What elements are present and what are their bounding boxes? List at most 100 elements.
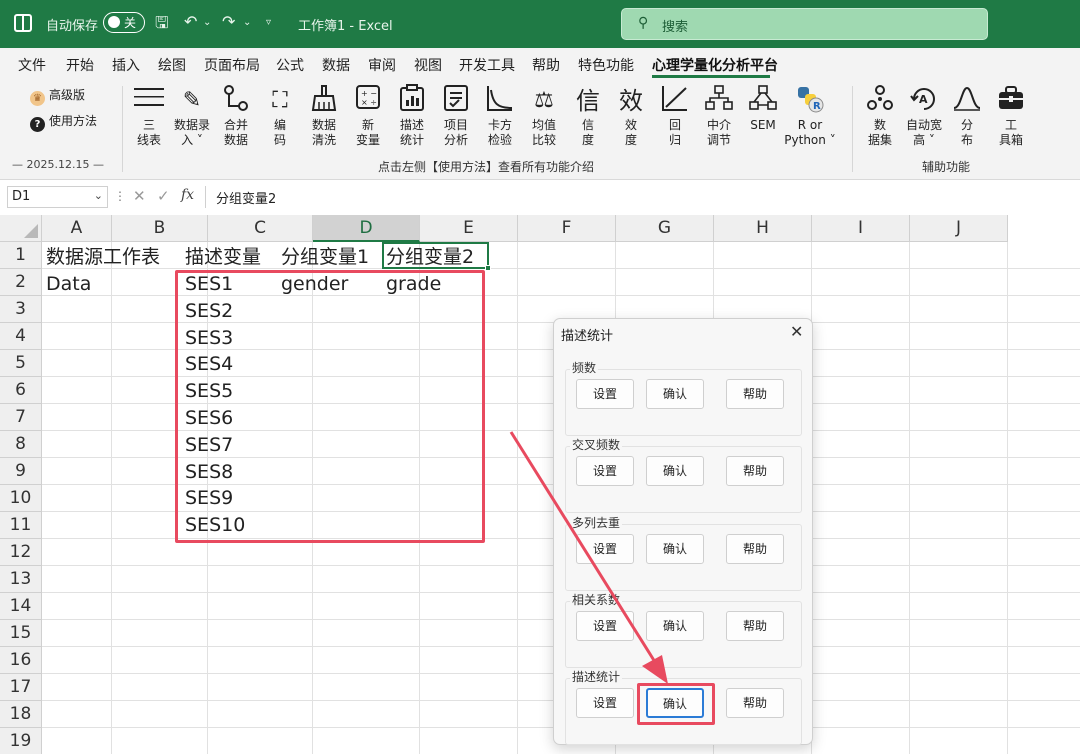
dataset-button[interactable]: 数 据集 (858, 84, 902, 148)
row-header-8[interactable]: 8 (0, 431, 42, 458)
tab-data[interactable]: 数据 (322, 55, 350, 75)
redo-dropdown-icon[interactable]: ⌄ (243, 17, 251, 28)
tab-psych-platform[interactable]: 心理学量化分析平台 (652, 55, 778, 75)
toolbox-button[interactable]: 工 具箱 (989, 84, 1033, 148)
section-1-confirm-button[interactable]: 确认 (646, 379, 704, 409)
tab-home[interactable]: 开始 (66, 55, 94, 75)
row-header-6[interactable]: 6 (0, 377, 42, 404)
descriptive-stats-button[interactable]: 描述 统计 (390, 84, 434, 148)
validity-button[interactable]: 效 效 度 (609, 84, 653, 148)
formula-input[interactable]: 分组变量2 (205, 186, 1080, 208)
data-cleaning-button[interactable]: 数据 清洗 (302, 84, 346, 148)
close-icon[interactable]: ✕ (790, 322, 803, 341)
search-box[interactable]: ⚲ 搜索 (621, 8, 988, 40)
column-header-d[interactable]: D (313, 215, 420, 242)
column-header-e[interactable]: E (420, 215, 518, 242)
row-header-5[interactable]: 5 (0, 350, 42, 377)
section-2-settings-button[interactable]: 设置 (576, 456, 634, 486)
save-icon[interactable]: 🖫 (155, 12, 169, 39)
item-analysis-button[interactable]: 项目 分析 (434, 84, 478, 148)
row-header-7[interactable]: 7 (0, 404, 42, 431)
cell-a2[interactable]: Data (46, 271, 91, 298)
column-header-b[interactable]: B (112, 215, 208, 242)
tab-page-layout[interactable]: 页面布局 (204, 55, 260, 75)
confirm-icon[interactable]: ✓ (157, 187, 170, 205)
column-header-i[interactable]: I (812, 215, 910, 242)
section-3-help-button[interactable]: 帮助 (726, 534, 784, 564)
data-entry-button[interactable]: ✎ 数据录 入 ˅ (170, 84, 214, 148)
cell-c1[interactable]: 分组变量1 (281, 244, 369, 271)
more-options-icon[interactable]: ⋮ (114, 189, 126, 203)
undo-dropdown-icon[interactable]: ⌄ (203, 17, 211, 28)
reliability-button[interactable]: 信 信 度 (566, 84, 610, 148)
tab-special-features[interactable]: 特色功能 (578, 55, 634, 75)
distribution-button[interactable]: 分 布 (945, 84, 989, 148)
redo-icon[interactable]: ↷ (222, 12, 235, 31)
regression-button[interactable]: 回 归 (653, 84, 697, 148)
sem-button[interactable]: SEM (741, 84, 785, 133)
name-box[interactable]: D1 ⌄ (7, 186, 108, 208)
row-header-12[interactable]: 12 (0, 539, 42, 566)
section-1-help-button[interactable]: 帮助 (726, 379, 784, 409)
row-header-4[interactable]: 4 (0, 323, 42, 350)
column-header-j[interactable]: J (910, 215, 1008, 242)
merge-data-button[interactable]: 合并 数据 (214, 84, 258, 148)
cancel-icon[interactable]: ✕ (133, 187, 146, 205)
advanced-version-button[interactable]: ♛ 高级版 (30, 86, 85, 106)
tab-formulas[interactable]: 公式 (276, 55, 304, 75)
three-line-table-button[interactable]: 三 线表 (127, 84, 171, 148)
tab-insert[interactable]: 插入 (112, 55, 140, 75)
undo-icon[interactable]: ↶ (184, 12, 197, 31)
column-header-h[interactable]: H (714, 215, 812, 242)
row-header-17[interactable]: 17 (0, 674, 42, 701)
section-5-settings-button[interactable]: 设置 (576, 688, 634, 718)
tab-view[interactable]: 视图 (414, 55, 442, 75)
row-header-15[interactable]: 15 (0, 620, 42, 647)
insert-function-icon[interactable]: fx (181, 187, 194, 203)
cell-b1[interactable]: 描述变量 (185, 244, 261, 271)
section-3-settings-button[interactable]: 设置 (576, 534, 634, 564)
cell-a1[interactable]: 数据源工作表 (46, 244, 160, 271)
row-header-16[interactable]: 16 (0, 647, 42, 674)
spreadsheet-grid[interactable]: ABCDEFGHIJ 1 2 3 4 5 6 7 8 9 10 11 12 13 14 15 16 17 18 19 (0, 215, 1080, 754)
chevron-down-icon[interactable]: ⌄ (94, 189, 103, 202)
tab-review[interactable]: 审阅 (368, 55, 396, 75)
mediation-moderation-button[interactable]: 中介 调节 (697, 84, 741, 148)
row-header-11[interactable]: 11 (0, 512, 42, 539)
row-header-9[interactable]: 9 (0, 458, 42, 485)
column-header-c[interactable]: C (208, 215, 313, 242)
section-4-confirm-button[interactable]: 确认 (646, 611, 704, 641)
select-all-corner[interactable] (0, 215, 42, 242)
new-variable-button[interactable]: + − × ÷ 新 变量 (346, 84, 390, 148)
tab-draw[interactable]: 绘图 (158, 55, 186, 75)
encode-button[interactable]: ⛶ 编 码 (258, 84, 302, 148)
section-4-settings-button[interactable]: 设置 (576, 611, 634, 641)
usage-button[interactable]: ? 使用方法 (30, 112, 97, 132)
row-header-18[interactable]: 18 (0, 701, 42, 728)
auto-width-height-button[interactable]: A 自动宽 高 ˅ (901, 84, 947, 148)
cell-d1[interactable]: 分组变量2 (386, 244, 474, 271)
section-1-settings-button[interactable]: 设置 (576, 379, 634, 409)
row-header-1[interactable]: 1 (0, 242, 42, 269)
row-header-3[interactable]: 3 (0, 296, 42, 323)
mean-comparison-button[interactable]: ⚖ 均值 比较 (522, 84, 566, 148)
row-header-10[interactable]: 10 (0, 485, 42, 512)
r-or-python-button[interactable]: R R or Python ˅ (784, 84, 836, 148)
column-header-g[interactable]: G (616, 215, 714, 242)
row-header-19[interactable]: 19 (0, 728, 42, 754)
column-header-f[interactable]: F (518, 215, 616, 242)
row-header-14[interactable]: 14 (0, 593, 42, 620)
section-2-help-button[interactable]: 帮助 (726, 456, 784, 486)
autosave-toggle[interactable]: 关 (103, 12, 145, 33)
section-2-confirm-button[interactable]: 确认 (646, 456, 704, 486)
fill-handle[interactable] (485, 265, 491, 271)
section-4-help-button[interactable]: 帮助 (726, 611, 784, 641)
tab-developer[interactable]: 开发工具 (459, 55, 515, 75)
row-header-13[interactable]: 13 (0, 566, 42, 593)
chi-square-button[interactable]: 卡方 检验 (478, 84, 522, 148)
section-5-help-button[interactable]: 帮助 (726, 688, 784, 718)
column-header-a[interactable]: A (42, 215, 112, 242)
customize-toolbar-icon[interactable]: ▿ (266, 17, 271, 28)
tab-file[interactable]: 文件 (18, 55, 46, 75)
tab-help[interactable]: 帮助 (532, 55, 560, 75)
